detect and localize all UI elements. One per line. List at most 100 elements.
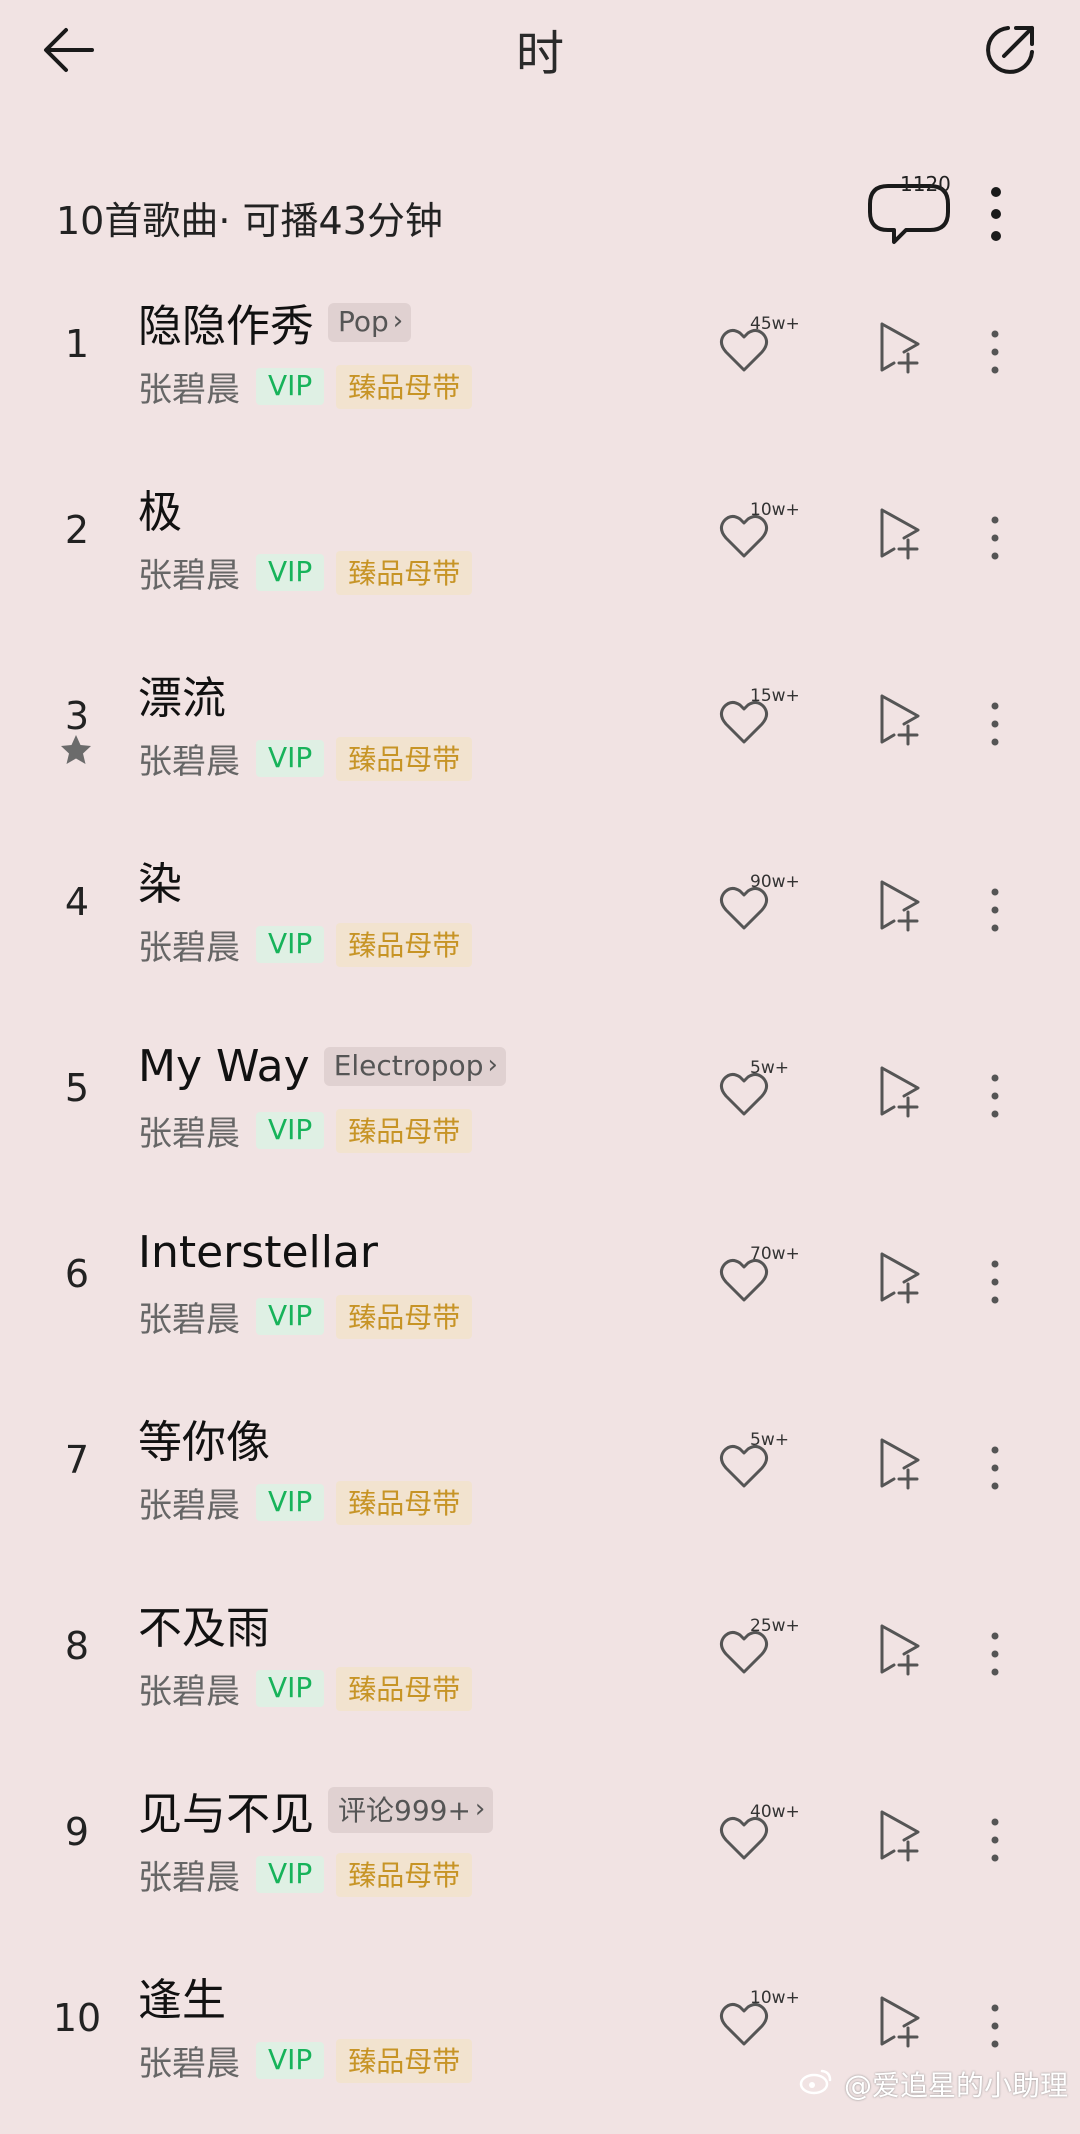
song-title: 极 xyxy=(138,487,182,538)
song-title: 隐隐作秀 xyxy=(138,301,314,352)
song-row[interactable]: 7 等你像 张碧晨 VIP 臻品母带 5w+ xyxy=(0,1390,1080,1576)
artist-name[interactable]: 张碧晨 xyxy=(138,1106,240,1155)
song-tag[interactable]: Electropop › xyxy=(323,1046,506,1086)
song-title-line: Interstellar xyxy=(138,1222,378,1282)
song-tag[interactable]: 评论999+ › xyxy=(328,1787,494,1833)
add-to-playlist-icon[interactable] xyxy=(874,1806,926,1864)
song-title-line: 染 xyxy=(138,850,182,910)
song-meta: 张碧晨 VIP 臻品母带 xyxy=(138,1850,473,1899)
add-to-playlist-icon[interactable] xyxy=(874,690,926,748)
vip-badge: VIP xyxy=(256,1670,325,1707)
top-bar: 时 xyxy=(0,0,1080,100)
vip-badge: VIP xyxy=(256,740,325,777)
add-to-playlist-icon[interactable] xyxy=(874,504,926,562)
watermark-label: @爱追星的小助理 xyxy=(844,2069,1069,2102)
artist-name[interactable]: 张碧晨 xyxy=(138,734,240,783)
quality-badge: 臻品母带 xyxy=(336,1480,473,1525)
song-meta: 张碧晨 VIP 臻品母带 xyxy=(138,1106,473,1155)
row-more-icon[interactable] xyxy=(980,880,1010,940)
song-row[interactable]: 2 极张碧晨 VIP 臻品母带 10w+ xyxy=(0,460,1080,646)
vip-badge: VIP xyxy=(256,1484,325,1521)
page-title: 时 xyxy=(515,26,564,82)
song-title: My Way xyxy=(138,1040,310,1092)
add-to-playlist-icon[interactable] xyxy=(874,1062,926,1120)
row-more-icon[interactable] xyxy=(980,1438,1010,1498)
vip-badge: VIP xyxy=(256,926,325,963)
row-more-icon[interactable] xyxy=(980,1996,1010,2056)
artist-name[interactable]: 张碧晨 xyxy=(138,548,240,597)
song-index: 2 xyxy=(64,508,90,552)
song-title-line: 见与不见 评论999+ › xyxy=(138,1780,494,1840)
like-count: 45w+ xyxy=(750,314,800,334)
quality-badge: 臻品母带 xyxy=(336,550,473,595)
song-title: 等你像 xyxy=(138,1417,270,1468)
song-title: 见与不见 xyxy=(138,1789,314,1840)
artist-name[interactable]: 张碧晨 xyxy=(138,1664,240,1713)
add-to-playlist-icon[interactable] xyxy=(874,876,926,934)
add-to-playlist-icon[interactable] xyxy=(874,1434,926,1492)
add-to-playlist-icon[interactable] xyxy=(874,1248,926,1306)
playlist-summary: 10首歌曲· 可播43分钟 xyxy=(56,199,443,243)
row-more-icon[interactable] xyxy=(980,508,1010,568)
song-row[interactable]: 6 Interstellar 张碧晨 VIP 臻品母带 70w+ xyxy=(0,1204,1080,1390)
add-to-playlist-icon[interactable] xyxy=(874,318,926,376)
song-row[interactable]: 8 不及雨 张碧晨 VIP 臻品母带 25w+ xyxy=(0,1576,1080,1762)
share-icon[interactable] xyxy=(978,18,1042,82)
song-row[interactable]: 10 逢生 张碧晨 VIP 臻品母带 10w+ xyxy=(0,1948,1080,2134)
row-more-icon[interactable] xyxy=(980,1066,1010,1126)
row-more-icon[interactable] xyxy=(980,694,1010,754)
song-title-line: 隐隐作秀 Pop › xyxy=(138,292,412,352)
song-title: 染 xyxy=(138,859,182,910)
song-tag-label: 评论999+ xyxy=(338,1794,471,1827)
artist-name[interactable]: 张碧晨 xyxy=(138,1292,240,1341)
vip-badge: VIP xyxy=(256,1112,325,1149)
vip-badge: VIP xyxy=(256,1856,325,1893)
song-title: Interstellar xyxy=(138,1226,379,1278)
like-count: 10w+ xyxy=(750,500,800,520)
song-tag-label: Pop xyxy=(338,304,389,338)
song-row[interactable]: 4 染张碧晨 VIP 臻品母带 90w+ xyxy=(0,832,1080,1018)
song-meta: 张碧晨 VIP 臻品母带 xyxy=(138,362,473,411)
add-to-playlist-icon[interactable] xyxy=(874,1992,926,2050)
vip-badge: VIP xyxy=(256,554,325,591)
song-index: 5 xyxy=(64,1066,90,1110)
quality-badge: 臻品母带 xyxy=(336,1108,473,1153)
quality-badge: 臻品母带 xyxy=(336,1294,473,1339)
row-more-icon[interactable] xyxy=(980,1252,1010,1312)
artist-name[interactable]: 张碧晨 xyxy=(138,362,240,411)
row-more-icon[interactable] xyxy=(980,1810,1010,1870)
row-more-icon[interactable] xyxy=(980,322,1010,382)
vip-badge: VIP xyxy=(256,1298,325,1335)
comment-count: 1120 xyxy=(900,172,951,196)
quality-badge: 臻品母带 xyxy=(336,2038,473,2083)
like-count: 10w+ xyxy=(750,1988,800,2008)
song-row[interactable]: 1 隐隐作秀 Pop › 张碧晨 VIP 臻品母带 45w+ xyxy=(0,274,1080,460)
song-row[interactable]: 3 漂流 张碧晨 VIP 臻品母带 15w+ xyxy=(0,646,1080,832)
song-meta: 张碧晨 VIP 臻品母带 xyxy=(138,548,473,597)
song-row[interactable]: 5 My Way Electropop › 张碧晨 VIP 臻品母带 5w+ xyxy=(0,1018,1080,1204)
artist-name[interactable]: 张碧晨 xyxy=(138,1850,240,1899)
song-title-line: 等你像 xyxy=(138,1408,270,1468)
song-title: 逢生 xyxy=(138,1975,226,2026)
song-title-line: My Way Electropop › xyxy=(138,1036,506,1096)
song-title-line: 逢生 xyxy=(138,1966,226,2026)
quality-badge: 臻品母带 xyxy=(336,1666,473,1711)
song-index: 4 xyxy=(64,880,90,924)
artist-name[interactable]: 张碧晨 xyxy=(138,920,240,969)
song-tag[interactable]: Pop › xyxy=(328,302,412,342)
chevron-right-icon: › xyxy=(487,1050,498,1080)
quality-badge: 臻品母带 xyxy=(336,736,473,781)
song-index: 6 xyxy=(64,1252,90,1296)
artist-name[interactable]: 张碧晨 xyxy=(138,1478,240,1527)
add-to-playlist-icon[interactable] xyxy=(874,1620,926,1678)
song-meta: 张碧晨 VIP 臻品母带 xyxy=(138,1478,473,1527)
artist-name[interactable]: 张碧晨 xyxy=(138,2036,240,2085)
vip-badge: VIP xyxy=(256,368,325,405)
like-count: 15w+ xyxy=(750,686,800,706)
more-vertical-icon[interactable] xyxy=(972,182,1020,246)
song-title-line: 不及雨 xyxy=(138,1594,270,1654)
song-row[interactable]: 9 见与不见 评论999+ › 张碧晨 VIP 臻品母带 40w+ xyxy=(0,1762,1080,1948)
row-more-icon[interactable] xyxy=(980,1624,1010,1684)
song-index: 7 xyxy=(64,1438,90,1482)
song-index: 9 xyxy=(64,1810,90,1854)
